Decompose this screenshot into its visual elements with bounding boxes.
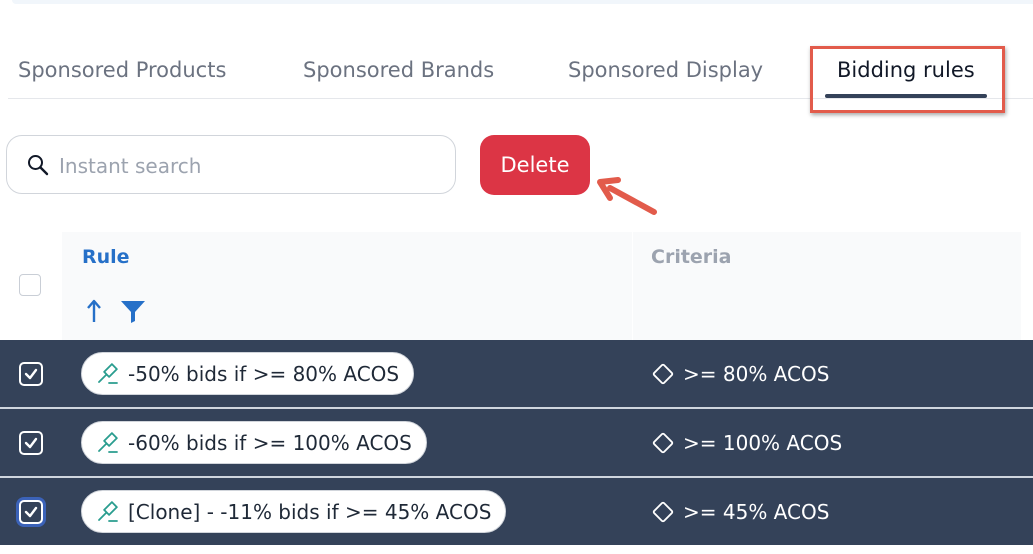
search-icon [28, 155, 49, 176]
filter-icon[interactable] [120, 298, 146, 324]
criteria-cell: >= 45% ACOS [651, 500, 829, 524]
annotation-arrow-icon [597, 177, 657, 215]
arrow-up-icon[interactable] [86, 298, 102, 324]
tab-sponsored-brands[interactable]: Sponsored Brands [303, 58, 494, 82]
criteria-text: >= 45% ACOS [683, 500, 830, 524]
row-checkbox[interactable] [19, 500, 43, 524]
tab-sponsored-display[interactable]: Sponsored Display [568, 58, 763, 82]
search-box[interactable] [6, 135, 456, 194]
criteria-text: >= 80% ACOS [683, 362, 830, 386]
delete-button[interactable]: Delete [480, 135, 590, 195]
gavel-icon [98, 500, 118, 522]
row-checkbox[interactable] [19, 431, 43, 455]
search-input[interactable] [57, 148, 441, 184]
annotation-highlight-box [810, 46, 1005, 113]
rule-name: -60% bids if >= 100% ACOS [128, 430, 412, 455]
rule-chip[interactable]: -50% bids if >= 80% ACOS [81, 352, 415, 395]
checkmark-icon [24, 506, 38, 518]
rule-name: [Clone] - -11% bids if >= 45% ACOS [128, 499, 492, 524]
checkmark-icon [24, 368, 38, 380]
top-banner-strip [12, 0, 1033, 4]
column-title-rule: Rule [82, 246, 130, 268]
checkmark-icon [24, 437, 38, 449]
column-title-criteria: Criteria [651, 246, 732, 268]
rule-name: -50% bids if >= 80% ACOS [128, 361, 400, 386]
diamond-icon [652, 501, 674, 523]
diamond-icon [652, 432, 674, 454]
column-header-criteria[interactable]: Criteria [633, 232, 1021, 340]
gavel-icon [98, 362, 118, 384]
criteria-text: >= 100% ACOS [683, 431, 843, 455]
criteria-cell: >= 100% ACOS [651, 431, 842, 455]
row-checkbox[interactable] [19, 362, 43, 386]
criteria-cell: >= 80% ACOS [651, 362, 829, 386]
select-all-checkbox[interactable] [19, 274, 41, 296]
diamond-icon [652, 363, 674, 385]
rule-chip[interactable]: [Clone] - -11% bids if >= 45% ACOS [81, 490, 507, 533]
tab-sponsored-products[interactable]: Sponsored Products [18, 58, 226, 82]
gavel-icon [98, 431, 118, 453]
column-header-rule[interactable]: Rule [62, 232, 632, 340]
rule-chip[interactable]: -60% bids if >= 100% ACOS [81, 421, 427, 464]
